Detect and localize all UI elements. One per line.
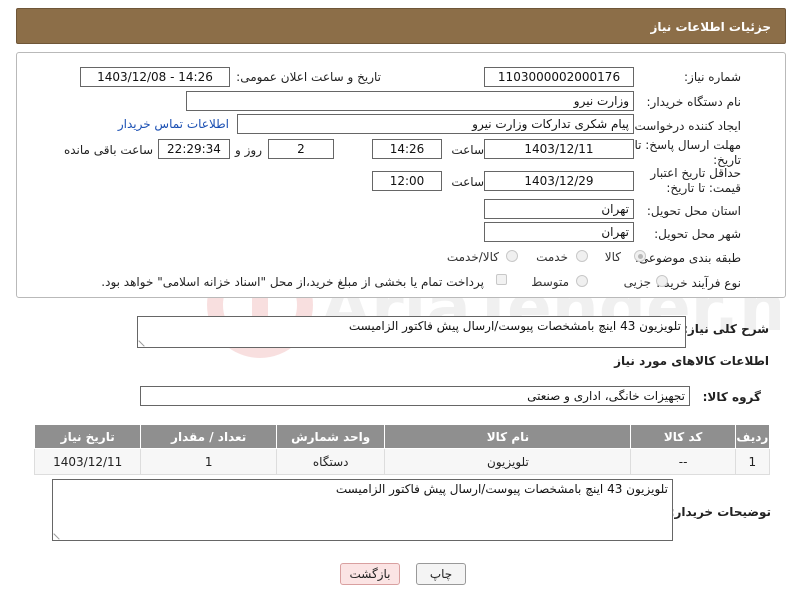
col-header-goods-name: نام کالا — [384, 424, 632, 449]
process-label: نوع فرآیند خرید : — [656, 276, 741, 290]
buyer-notes-label: توضیحات خریدار: — [669, 505, 771, 519]
announce-field[interactable]: 1403/12/08 - 14:26 — [80, 67, 230, 87]
description-text: تلویزیون 43 اینچ بامشخصات پیوست/ارسال پی… — [348, 319, 681, 333]
validity-date-field[interactable]: 1403/12/29 — [484, 171, 634, 191]
validity-label: حداقل تاریخ اعتبار قیمت: تا تاریخ: — [650, 166, 741, 195]
table-row[interactable]: 1 -- تلویزیون دستگاه 1 1403/12/11 — [33, 448, 771, 475]
remaining-time-field[interactable]: 22:29:34 — [158, 139, 230, 159]
validity-time-word: ساعت — [451, 175, 484, 189]
cell-goods-code: -- — [630, 448, 736, 475]
need-number-field[interactable]: 1103000002000176 — [484, 67, 634, 87]
announce-label: تاریخ و ساعت اعلان عمومی: — [236, 70, 381, 84]
col-header-need-date: تاریخ نیاز — [33, 424, 142, 449]
cell-goods-name: تلویزیون — [384, 448, 632, 475]
goods-group-label: گروه کالا: — [702, 390, 761, 404]
cell-quantity: 1 — [140, 448, 277, 475]
col-header-quantity: تعداد / مقدار — [140, 424, 277, 449]
goods-info-title: اطلاعات کالاهای مورد نیاز — [614, 354, 769, 368]
process-radio-medium[interactable] — [576, 275, 588, 287]
process-radio-minor[interactable] — [656, 275, 668, 287]
creator-label: ایجاد کننده درخواست: — [630, 119, 741, 133]
goods-group-field[interactable]: تجهیزات خانگی، اداری و صنعتی — [140, 386, 690, 406]
days-word: روز و — [235, 143, 262, 157]
payment-checkbox[interactable] — [496, 274, 507, 285]
back-button[interactable]: بازگشت — [340, 563, 400, 585]
buyer-notes-text: تلویزیون 43 اینچ بامشخصات پیوست/ارسال پی… — [335, 482, 668, 496]
description-textarea[interactable]: تلویزیون 43 اینچ بامشخصات پیوست/ارسال پی… — [137, 316, 686, 348]
buyer-contact-link[interactable]: اطلاعات تماس خریدار — [118, 117, 229, 131]
col-header-row-number: ردیف — [734, 424, 771, 449]
deadline-date-field[interactable]: 1403/12/11 — [484, 139, 634, 159]
deadline-time-word: ساعت — [451, 143, 484, 157]
category-option-goods: کالا — [604, 250, 621, 264]
buyer-label: نام دستگاه خریدار: — [646, 95, 742, 109]
city-label: شهر محل تحویل: — [654, 227, 741, 241]
category-option-both: کالا/خدمت — [446, 250, 499, 264]
city-field[interactable]: تهران — [484, 222, 634, 242]
col-header-unit: واحد شمارش — [275, 424, 386, 449]
category-label: طبقه بندی موضوعی: — [634, 251, 741, 265]
category-option-service: خدمت — [536, 250, 568, 264]
days-field[interactable]: 2 — [268, 139, 334, 159]
page-header: جزئیات اطلاعات نیاز — [16, 8, 786, 44]
province-label: استان محل تحویل: — [646, 204, 741, 218]
creator-field[interactable]: پیام شکری تدارکات وزارت نیرو — [237, 114, 634, 134]
category-radio-goods[interactable] — [634, 250, 646, 262]
page-title: جزئیات اطلاعات نیاز — [650, 20, 771, 34]
category-radio-both[interactable] — [506, 250, 518, 262]
remaining-word: ساعت باقی مانده — [63, 143, 153, 157]
deadline-label: مهلت ارسال پاسخ: تا تاریخ: — [634, 138, 741, 167]
need-number-label: شماره نیاز: — [684, 70, 741, 84]
deadline-time-field[interactable]: 14:26 — [372, 139, 442, 159]
province-field[interactable]: تهران — [484, 199, 634, 219]
resize-grip-icon[interactable] — [138, 335, 150, 347]
items-table: ردیف کد کالا نام کالا واحد شمارش تعداد /… — [33, 424, 771, 475]
table-header-row: ردیف کد کالا نام کالا واحد شمارش تعداد /… — [33, 424, 771, 449]
resize-grip-icon[interactable] — [53, 528, 65, 540]
validity-time-field[interactable]: 12:00 — [372, 171, 442, 191]
process-option-medium: متوسط — [531, 275, 569, 289]
col-header-goods-code: کد کالا — [630, 424, 736, 449]
cell-row-number: 1 — [734, 448, 771, 475]
cell-need-date: 1403/12/11 — [33, 448, 142, 475]
category-radio-service[interactable] — [576, 250, 588, 262]
description-label: شرح کلی نیاز: — [683, 322, 769, 336]
process-option-minor: جزیی — [623, 275, 651, 289]
buyer-field[interactable]: وزارت نیرو — [186, 91, 634, 111]
payment-note: پرداخت تمام یا بخشی از مبلغ خرید،از محل … — [101, 275, 484, 289]
buyer-notes-textarea[interactable]: تلویزیون 43 اینچ بامشخصات پیوست/ارسال پی… — [52, 479, 673, 541]
print-button[interactable]: چاپ — [416, 563, 466, 585]
cell-unit: دستگاه — [275, 448, 386, 475]
